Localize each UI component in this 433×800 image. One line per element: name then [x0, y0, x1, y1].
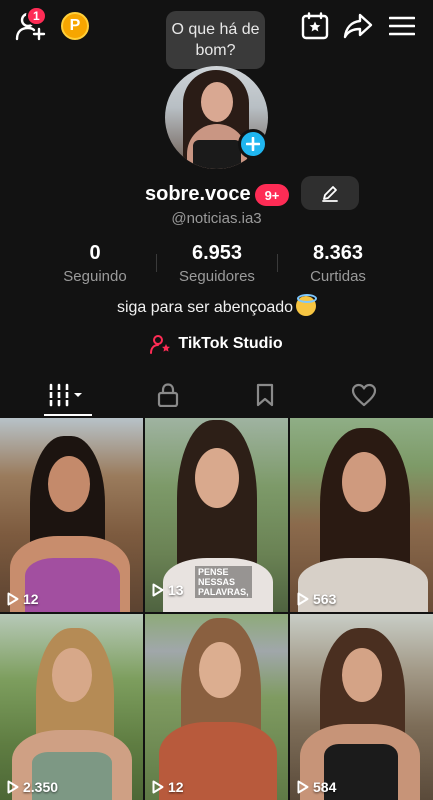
share-profile-button[interactable]	[343, 12, 373, 40]
play-icon	[297, 592, 309, 606]
status-bubble[interactable]: O que há de bom?	[166, 11, 265, 76]
video-thumbnail[interactable]: 2.350	[0, 614, 143, 800]
stat-followers[interactable]: 6.953 Seguidores	[162, 242, 272, 285]
view-count: 584	[297, 779, 336, 795]
stat-value: 8.363	[312, 242, 364, 264]
view-count: 12	[152, 779, 184, 795]
share-arrow-icon	[343, 13, 373, 39]
play-icon	[7, 780, 19, 794]
calendar-star-icon	[301, 12, 329, 40]
video-thumbnail[interactable]: 563	[290, 418, 433, 612]
video-grid: 12 PENSE NESSAS PALAVRAS, 13 563 2.350 1…	[0, 418, 433, 800]
video-thumbnail[interactable]: 584	[290, 614, 433, 800]
creator-star-icon	[150, 335, 171, 354]
view-count-value: 584	[313, 779, 337, 795]
tab-saved[interactable]	[215, 373, 315, 417]
view-count-value: 12	[168, 779, 184, 795]
play-icon	[7, 592, 19, 606]
stat-label: Seguidores	[179, 268, 255, 285]
tab-private[interactable]	[118, 373, 218, 417]
name-row: sobre.voce 9+	[0, 181, 433, 211]
stat-label: Seguindo	[63, 268, 127, 285]
videos-grid-icon	[49, 383, 82, 407]
divider	[277, 254, 278, 272]
profile-stats: 0 Seguindo 6.953 Seguidores 8.363 Curtid…	[0, 242, 433, 286]
tab-liked[interactable]	[314, 373, 414, 417]
stat-value: 0	[89, 242, 101, 264]
profile-avatar[interactable]	[165, 66, 268, 169]
stat-following[interactable]: 0 Seguindo	[40, 242, 150, 285]
view-count-value: 12	[23, 591, 39, 607]
calendar-button[interactable]	[300, 12, 330, 40]
active-tab-indicator	[44, 414, 92, 416]
tiktok-studio-label: TikTok Studio	[178, 335, 283, 352]
view-count: 2.350	[7, 779, 58, 795]
display-name: sobre.voce	[145, 183, 251, 205]
bookmark-icon	[256, 383, 274, 407]
lock-icon	[157, 383, 179, 407]
menu-button[interactable]	[386, 12, 418, 40]
bio: siga para ser abençoado	[0, 294, 433, 317]
bio-text: siga para ser abençoado	[116, 299, 294, 316]
stat-likes[interactable]: 8.363 Curtidas	[283, 242, 393, 285]
plus-icon	[246, 137, 260, 151]
top-bar: 1 P O que há de bom?	[0, 0, 433, 76]
divider	[156, 254, 157, 272]
inbox-badge[interactable]: 9+	[255, 184, 289, 206]
hamburger-menu-icon	[389, 16, 415, 36]
heart-icon	[351, 383, 377, 407]
video-thumbnail[interactable]: PENSE NESSAS PALAVRAS, 13	[145, 418, 288, 612]
video-thumbnail[interactable]: 12	[145, 614, 288, 800]
add-story-button[interactable]	[238, 129, 268, 159]
halo-face-icon	[296, 294, 318, 316]
play-icon	[297, 780, 309, 794]
view-count: 563	[297, 591, 336, 607]
stat-label: Curtidas	[310, 268, 366, 285]
profile-tabs	[0, 373, 433, 417]
tab-videos[interactable]	[18, 373, 118, 417]
play-icon	[152, 583, 164, 597]
view-count-value: 563	[313, 591, 337, 607]
play-icon	[152, 780, 164, 794]
tiktok-studio-link[interactable]: TikTok Studio	[0, 334, 433, 354]
video-thumbnail[interactable]: 12	[0, 418, 143, 612]
view-count-value: 13	[168, 582, 184, 598]
view-count: 13	[152, 582, 184, 598]
view-count: 12	[7, 591, 39, 607]
notification-badge: 1	[26, 6, 47, 26]
stat-value: 6.953	[191, 242, 243, 264]
video-caption: PENSE NESSAS PALAVRAS,	[195, 566, 252, 598]
username: @noticias.ia3	[171, 210, 262, 227]
points-button[interactable]: P	[61, 12, 89, 40]
view-count-value: 2.350	[23, 779, 59, 795]
pencil-icon	[322, 186, 338, 202]
edit-profile-button[interactable]	[301, 176, 359, 210]
